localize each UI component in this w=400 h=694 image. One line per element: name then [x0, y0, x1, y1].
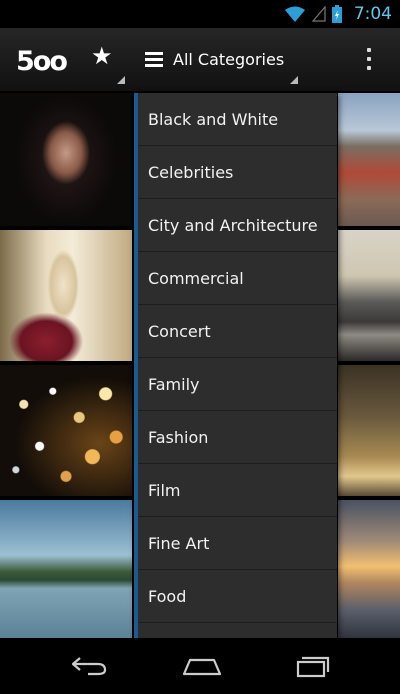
category-item[interactable]: Food — [138, 570, 337, 623]
bridge-photo[interactable] — [338, 230, 400, 361]
status-icons: 7:04 — [284, 3, 392, 25]
portrait-photo[interactable] — [0, 93, 132, 226]
star-icon: ★ — [91, 42, 113, 70]
clock: 7:04 — [353, 4, 392, 24]
tree-photo[interactable] — [338, 365, 400, 496]
recent-apps-icon — [296, 656, 330, 678]
favorites-spinner[interactable]: ★ — [82, 28, 130, 92]
category-item[interactable]: Film — [138, 464, 337, 517]
app-logo[interactable]: 5oo — [16, 46, 68, 77]
category-label: Fine Art — [148, 533, 210, 553]
home-button[interactable] — [170, 646, 230, 686]
home-icon — [182, 658, 222, 676]
category-item[interactable]: Family — [138, 358, 337, 411]
category-item-partial[interactable] — [138, 623, 337, 638]
category-label: Fashion — [148, 427, 209, 447]
recent-apps-button[interactable] — [282, 646, 342, 686]
category-label: Concert — [148, 321, 211, 341]
category-dropdown: Black and White Celebrities City and Arc… — [134, 93, 337, 638]
navigation-bar — [0, 638, 400, 694]
wifi-icon — [284, 6, 305, 22]
category-item[interactable]: Fashion — [138, 411, 337, 464]
category-label: Celebrities — [148, 162, 234, 182]
category-label: Commercial — [148, 268, 244, 288]
category-item[interactable]: Concert — [138, 305, 337, 358]
action-bar: 5oo ★ All Categories — [0, 28, 400, 92]
list-icon — [145, 52, 163, 67]
back-button[interactable] — [60, 646, 120, 686]
signal-icon — [311, 6, 326, 22]
category-item[interactable]: Black and White — [138, 93, 337, 146]
bride-photo[interactable] — [0, 230, 132, 361]
back-icon — [71, 657, 107, 676]
spinner-corner-icon — [290, 76, 298, 84]
category-label: City and Architecture — [148, 215, 318, 235]
bokeh-lights-photo[interactable] — [0, 365, 132, 496]
city-photo[interactable] — [338, 93, 400, 226]
lake-photo[interactable] — [0, 500, 132, 638]
category-spinner[interactable]: All Categories — [140, 28, 308, 92]
category-label: Film — [148, 480, 181, 500]
category-item[interactable]: City and Architecture — [138, 199, 337, 252]
category-label: Food — [148, 586, 187, 606]
category-label: Black and White — [148, 109, 279, 129]
sunset-photo[interactable] — [338, 500, 400, 638]
category-label: Family — [148, 374, 200, 394]
category-item[interactable]: Celebrities — [138, 146, 337, 199]
category-spinner-label: All Categories — [173, 50, 285, 69]
overflow-menu-button[interactable] — [356, 28, 384, 92]
spinner-corner-icon — [117, 76, 125, 84]
category-item[interactable]: Fine Art — [138, 517, 337, 570]
status-bar: 7:04 — [0, 0, 400, 28]
category-item[interactable]: Commercial — [138, 252, 337, 305]
battery-icon — [331, 5, 342, 23]
